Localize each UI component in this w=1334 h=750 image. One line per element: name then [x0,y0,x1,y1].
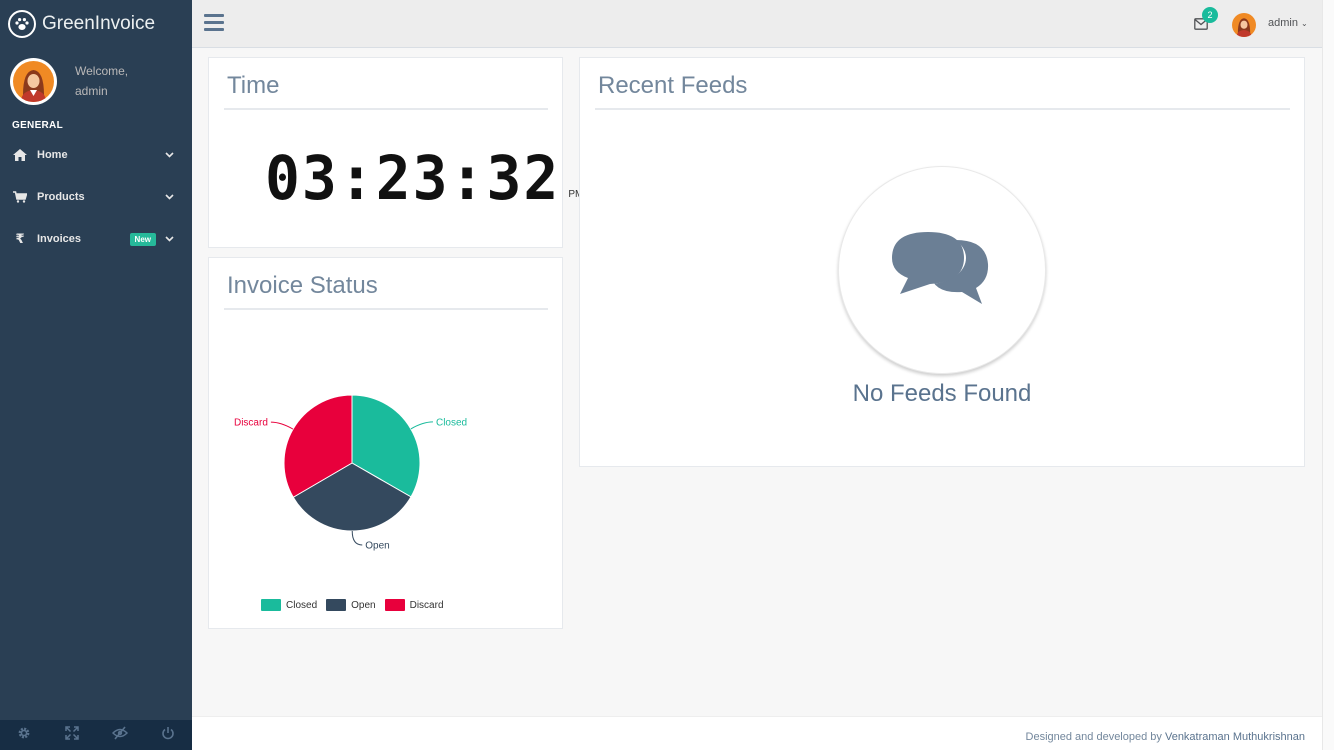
feeds-empty-illustration [838,166,1046,374]
sidebar: GreenInvoice Welcome, admin GENERAL Home… [0,0,192,750]
chevron-down-icon: ⌄ [1300,18,1308,28]
legend-swatch [326,599,347,611]
scrollbar[interactable] [1322,0,1334,750]
gear-icon [17,726,31,745]
top-nav: 2 admin ⌄ [192,0,1322,48]
sidebar-item-invoices[interactable]: ₹ Invoices New [0,218,192,260]
pie-leader-line [351,530,363,546]
pie-label: Closed [436,417,467,428]
pie-leader-line [410,421,433,430]
mail-count-badge: 2 [1202,7,1218,23]
sidebar-footer [0,720,192,750]
panel-title: Time [224,70,548,110]
chevron-down-icon [164,234,174,244]
paw-icon [8,10,36,38]
menu-section-title: GENERAL [12,120,63,131]
author-link[interactable]: Venkatraman Muthukrishnan [1165,731,1305,743]
chevron-down-icon [164,192,174,202]
sidebar-item-label: Products [37,191,85,203]
invoice-status-panel: Invoice Status Closed Open Discard Closed … [208,257,563,629]
sidebar-menu: Home Products ₹ Invoices New [0,134,192,260]
legend-label: Closed [286,599,318,611]
profile: Welcome, admin [0,48,192,114]
footer: Designed and developed by Venkatraman Mu… [192,716,1322,750]
user-dropdown[interactable]: admin ⌄ [1268,17,1308,29]
empty-state-text: No Feeds Found [852,380,1032,407]
legend-item[interactable]: Closed [261,599,317,611]
invoice-pie-chart: Closed Open Discard [234,394,467,551]
legend-item[interactable]: Discard [384,599,444,611]
digital-clock: 03:23:32 PM [265,142,583,214]
menu-toggle-icon[interactable] [204,14,224,32]
sidebar-item-label: Invoices [37,233,82,245]
pie-label: Discard [234,418,268,429]
legend-item[interactable]: Open [326,599,376,611]
user-name: admin [1268,17,1298,29]
eye-slash-icon [111,725,129,745]
sidebar-item-label: Home [37,149,68,161]
legend-label: Open [351,599,376,611]
brand[interactable]: GreenInvoice [0,0,192,48]
profile-name: admin [75,84,108,98]
pie-leader-line [270,421,294,430]
avatar [10,57,57,105]
user-avatar[interactable] [1232,13,1256,37]
sidebar-item-home[interactable]: Home [0,134,192,176]
logout-button[interactable] [144,720,192,750]
pie-label: Open [365,540,389,551]
home-icon [12,147,28,163]
cart-icon [12,189,28,205]
legend-swatch [261,599,281,611]
fullscreen-icon [65,725,79,745]
clock-time: 03:23:32 [265,142,561,214]
recent-feeds-panel: Recent Feeds No Feeds Found [579,57,1305,467]
welcome-text: Welcome, [75,64,129,78]
fullscreen-button[interactable] [48,720,96,750]
sidebar-item-products[interactable]: Products [0,176,192,218]
chart-legend: Closed Open Discard [261,599,453,611]
app-title: GreenInvoice [42,13,156,34]
lock-button[interactable] [96,720,144,750]
rupee-icon: ₹ [15,231,25,246]
power-icon [161,726,175,745]
legend-label: Discard [409,599,444,611]
legend-swatch [384,599,405,611]
comments-icon [890,228,994,313]
new-badge: New [129,232,156,246]
footer-prefix: Designed and developed by [1025,731,1165,743]
chevron-down-icon [164,150,174,160]
settings-button[interactable] [0,720,48,750]
panel-title: Recent Feeds [595,70,1290,110]
time-panel: Time 03:23:32 PM [208,57,583,248]
